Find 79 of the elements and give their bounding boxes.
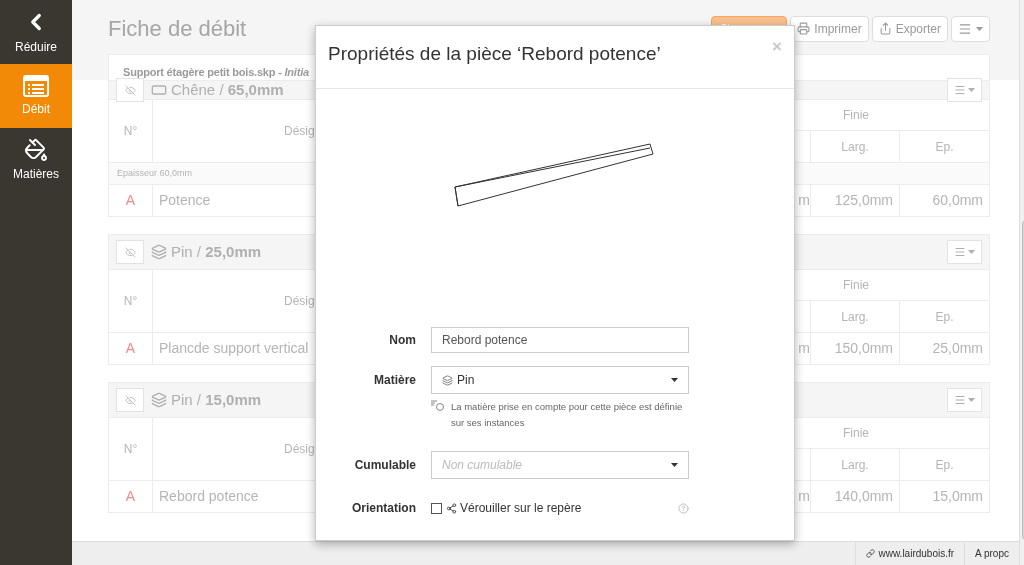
table-cell: 140,0mm [811,481,900,512]
table-header: Larg. [811,449,900,480]
file-name: Support étagère petit bois.skp - Initia [123,64,309,80]
group-title: Chêne / 65,0mm [171,79,284,100]
group-title: Pin / 15,0mm [171,389,262,410]
help-icon[interactable] [678,502,689,514]
table-header: Larg. [811,301,900,332]
caret-icon [968,250,975,254]
sidebar-item[interactable]: Matières [0,128,72,192]
eye-slash-icon [124,84,136,96]
part-letter: A [109,333,153,364]
table-cell: 150,0mm [811,333,900,364]
table-cell: m [796,481,811,512]
group-menu-button[interactable] [947,240,982,264]
caret-icon [976,26,983,31]
hide-button[interactable] [116,240,144,264]
paint-bucket-icon [24,137,48,162]
table-cell-text: Potence [159,191,211,210]
select-field[interactable]: Pin [431,366,689,394]
link-icon [866,549,876,558]
list-icon [23,74,49,97]
table-header: Désig [284,123,315,140]
part-letter: A [109,481,153,512]
field-label: Matière [373,372,417,389]
instances-icon [431,400,445,411]
table-header: N° [109,270,153,332]
eye-slash-icon [124,246,136,258]
lock-checkbox[interactable] [431,502,442,514]
table-header: N° [109,418,153,480]
layers-icon [151,244,167,260]
layers-icon [442,374,453,386]
menu-icon [954,246,966,258]
name-field[interactable]: Rebord potence [431,327,689,353]
table-cell: 125,0mm [811,185,900,216]
dialog-title: Propriétés de la pièce ‘Rebord potence’ [328,42,661,66]
hide-button[interactable] [116,388,144,412]
layers-icon [151,392,167,408]
table-cell-text: 15,0mm [931,487,984,506]
group-title: Pin / 25,0mm [171,241,262,262]
table-header: Finie [796,100,989,131]
nodes-icon [446,502,457,514]
menu-button[interactable] [951,15,990,42]
part-letter: A [109,185,153,216]
table-header: Ep. [934,138,955,156]
table-cell-text: Plancde support vertical [159,339,309,358]
printer-icon [797,22,811,35]
group-menu-button[interactable] [947,78,982,102]
table-header: Désig [284,293,315,310]
table-cell: m [796,333,811,364]
caret-icon [968,398,975,402]
table-cell-text: 25,0mm [931,339,984,358]
checkbox-label: Vérouiller sur le repère [460,500,582,517]
table-cell-text: 60,0mm [931,191,984,210]
sidebar-item[interactable]: Réduire [0,0,72,64]
help-text: La matière prise en compte pour cette pièce est définie sur ses instances [451,400,684,430]
menu-icon [954,394,966,406]
field-label: Orientation [351,500,417,517]
table-header: Finie [796,270,989,301]
footer-link[interactable]: www.lairdubois.fr [855,542,965,565]
table-header: Larg. [811,131,900,162]
table-header: Finie [796,418,989,449]
field-label: Nom [388,332,417,349]
board-icon [151,82,167,98]
menu-icon [958,21,972,36]
table-header: Désig [284,441,315,458]
table-cell: m [796,185,811,216]
export-icon [878,22,892,35]
caret-icon [671,463,678,467]
table-header: Ep. [934,308,955,326]
group-menu-button[interactable] [947,388,982,412]
table-header: Ep. [934,456,955,474]
menu-icon [954,84,966,96]
table-header: N° [109,100,153,162]
page-title: Fiche de débit [108,15,247,43]
field-label: Cumulable [354,457,417,474]
hide-button[interactable] [116,78,144,102]
eye-slash-icon [124,394,136,406]
table-cell-text: Rebord potence [159,487,259,506]
section-label: Epaisseur 60,0mm [117,166,193,180]
